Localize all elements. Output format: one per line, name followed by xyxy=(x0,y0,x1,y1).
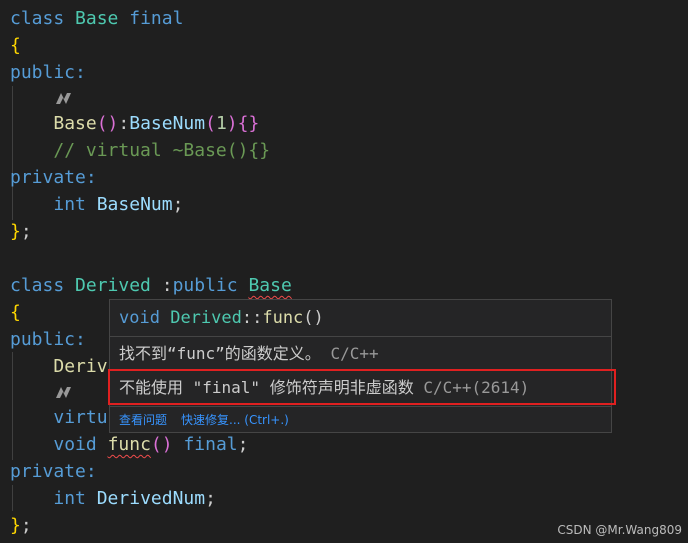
brace: } xyxy=(10,515,21,536)
access-specifier: private: xyxy=(10,167,97,188)
parens: () xyxy=(96,113,119,134)
keyword: class xyxy=(10,275,65,296)
type-keyword: int xyxy=(53,488,86,509)
member-name: BaseNum xyxy=(129,113,206,134)
codelens-2[interactable] xyxy=(55,379,78,405)
problem-text: 找不到“func”的函数定义。 xyxy=(119,344,321,363)
function-name: func xyxy=(262,308,304,328)
member-name: DerivedNum xyxy=(96,488,206,509)
colon: : xyxy=(118,113,130,134)
class-name: Derived xyxy=(170,308,242,328)
semicolon: ; xyxy=(205,488,216,509)
code-line-9: }; xyxy=(10,219,32,245)
semicolon: ; xyxy=(172,194,184,215)
function-name: Deriv xyxy=(53,356,108,377)
comment: // virtual ~Base(){} xyxy=(53,140,271,161)
function-name[interactable]: func xyxy=(108,434,151,455)
code-line-17: void func() final; xyxy=(10,432,248,458)
keyword: final xyxy=(129,8,184,29)
keyword: class xyxy=(10,8,65,29)
divider xyxy=(110,406,611,407)
class-name: Base xyxy=(75,8,119,29)
code-line-16: virtu xyxy=(10,405,108,431)
code-line-18: private: xyxy=(10,459,97,485)
body-braces: {} xyxy=(237,113,260,134)
parens: () xyxy=(303,308,324,328)
paren: ( xyxy=(205,113,216,134)
sparkle-icon xyxy=(56,93,71,104)
semicolon: ; xyxy=(237,434,249,455)
code-line-14: Deriv xyxy=(10,354,108,380)
class-name: Derived xyxy=(75,275,151,296)
paren: ) xyxy=(226,113,238,134)
hover-actions: 查看问题 快速修复... (Ctrl+.) xyxy=(110,409,611,431)
access-specifier: public: xyxy=(10,62,86,83)
hover-tooltip: void Derived::func() 找不到“func”的函数定义。 C/C… xyxy=(108,299,616,433)
colon: : xyxy=(150,275,173,296)
problem-message-1: 找不到“func”的函数定义。 C/C++ xyxy=(110,337,611,371)
code-line-20: }; xyxy=(10,513,32,539)
sparkle-icon xyxy=(56,387,71,398)
hover-signature: void Derived::func() xyxy=(110,300,611,336)
type-keyword: void xyxy=(53,434,97,455)
keyword: virtu xyxy=(53,407,108,428)
access-specifier: private: xyxy=(10,461,97,482)
code-line-12: { xyxy=(10,300,21,326)
code-line-1: class Base final xyxy=(10,6,183,32)
code-line-3: public: xyxy=(10,60,86,86)
code-line-11: class Derived :public Base xyxy=(10,273,292,299)
codelens-1[interactable] xyxy=(55,85,78,111)
highlight-box xyxy=(108,369,616,405)
member-name: BaseNum xyxy=(96,194,173,215)
function-name: Base xyxy=(53,113,97,134)
scope-operator: :: xyxy=(241,308,263,328)
code-line-19: int DerivedNum; xyxy=(10,486,216,512)
view-problem-link[interactable]: 查看问题 xyxy=(119,413,167,427)
brace: { xyxy=(10,302,21,323)
code-line-5: Base():BaseNum(1){} xyxy=(10,111,259,137)
code-line-7: private: xyxy=(10,165,97,191)
brace: } xyxy=(10,221,21,242)
quick-fix-link[interactable]: 快速修复... (Ctrl+.) xyxy=(181,413,289,427)
semicolon: ; xyxy=(20,221,32,242)
code-line-2: { xyxy=(10,33,21,59)
code-line-8: int BaseNum; xyxy=(10,192,183,218)
keyword: public xyxy=(172,275,238,296)
base-class-name: Base xyxy=(248,275,292,296)
brace: { xyxy=(10,35,21,56)
problem-source: C/C++ xyxy=(330,344,379,363)
code-line-13: public: xyxy=(10,327,86,353)
watermark: CSDN @Mr.Wang809 xyxy=(557,523,682,537)
access-specifier: public: xyxy=(10,329,86,350)
type-keyword: int xyxy=(53,194,86,215)
semicolon: ; xyxy=(20,515,32,536)
parens: () xyxy=(150,434,173,455)
type-keyword: void xyxy=(119,308,160,328)
code-editor[interactable]: class Base final { public: Base():BaseNu… xyxy=(0,0,688,543)
code-line-6: // virtual ~Base(){} xyxy=(10,138,270,164)
keyword: final xyxy=(183,434,238,455)
number: 1 xyxy=(215,113,227,134)
